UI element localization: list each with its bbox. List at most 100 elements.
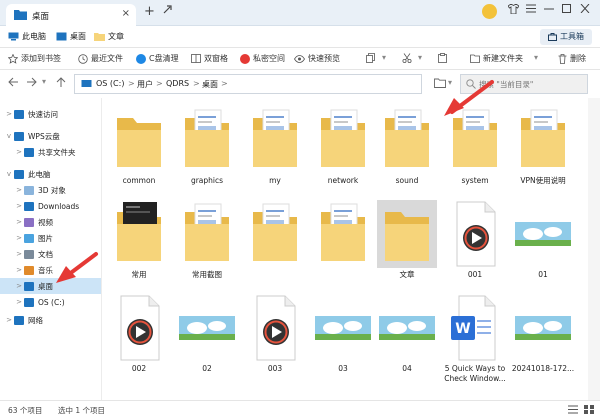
delete-button[interactable]: 删除 [558, 53, 586, 64]
new-tab-button[interactable]: + [144, 4, 155, 19]
sidebar-item[interactable]: v 此电脑 [0, 166, 101, 182]
forward-arrow-icon[interactable] [26, 77, 37, 87]
chevron-down-icon[interactable]: v [4, 170, 14, 178]
quick-this-pc[interactable]: 此电脑 [8, 31, 46, 42]
up-arrow-icon[interactable] [56, 77, 66, 88]
maximize-icon[interactable] [562, 4, 572, 13]
avatar[interactable] [482, 4, 497, 19]
history-dropdown-icon[interactable]: ▾ [42, 77, 46, 86]
back-arrow-icon[interactable] [8, 77, 19, 87]
file-item[interactable]: network [309, 106, 377, 202]
file-item[interactable] [309, 200, 377, 296]
chevron-right-icon[interactable]: > [14, 202, 24, 210]
quick-desktop[interactable]: 桌面 [56, 31, 86, 42]
sidebar-item[interactable]: v WPS云盘 [0, 128, 101, 144]
quick-documents[interactable]: 文章 [94, 31, 124, 42]
shirt-icon[interactable] [508, 4, 519, 14]
breadcrumb-os-c[interactable]: OS (C:) [96, 79, 124, 88]
search-box[interactable] [460, 74, 588, 94]
sidebar-item[interactable]: > 快速访问 [0, 106, 101, 122]
address-bar[interactable]: OS (C:) > 用户 > QDRS > 桌面 > [74, 74, 422, 94]
search-input[interactable] [479, 78, 585, 91]
file-item[interactable]: 文章 [373, 200, 441, 296]
file-item[interactable]: 003 [241, 294, 309, 390]
sidebar-item[interactable]: > Downloads [0, 198, 101, 214]
sidebar-item[interactable]: > OS (C:) [0, 294, 101, 310]
copy-dropdown-icon[interactable]: ▾ [382, 53, 386, 62]
private-space-button[interactable]: 私密空间 [240, 53, 285, 64]
sidebar-item[interactable]: > 网络 [0, 312, 101, 328]
file-item[interactable]: 002 [105, 294, 173, 390]
minimize-icon[interactable] [544, 4, 554, 13]
chevron-down-icon[interactable]: v [4, 132, 14, 140]
copy-icon[interactable] [366, 53, 375, 63]
c-drive-clean-label: C盘清理 [149, 54, 179, 63]
sidebar-item[interactable]: > 文档 [0, 246, 101, 262]
file-item[interactable]: 常用截图 [173, 200, 241, 296]
folder-icon [245, 106, 305, 174]
sidebar-item-label: OS (C:) [38, 297, 65, 307]
breadcrumb-users[interactable]: 用户 [137, 79, 153, 90]
sidebar-item[interactable]: > 共享文件夹 [0, 144, 101, 160]
vertical-scrollbar[interactable] [588, 98, 600, 400]
chevron-right-icon[interactable]: > [4, 316, 14, 324]
sidebar-item[interactable]: > 图片 [0, 230, 101, 246]
file-item[interactable]: VPN使用说明 [509, 106, 577, 202]
sidebar-item[interactable]: >3D 对象 [0, 182, 101, 198]
new-dropdown-icon[interactable]: ▾ [534, 53, 538, 62]
star-icon [14, 109, 24, 119]
chevron-right-icon[interactable]: > [14, 186, 24, 194]
close-tab-icon[interactable]: × [122, 8, 130, 19]
chevron-right-icon[interactable]: > [14, 218, 24, 226]
file-item[interactable]: 常用 [105, 200, 173, 296]
breadcrumb-desktop[interactable]: 桌面 [202, 79, 218, 90]
paste-icon[interactable] [438, 53, 447, 63]
file-item[interactable]: graphics [173, 106, 241, 202]
folder-options-icon[interactable] [434, 78, 446, 88]
tab-desktop[interactable]: 桌面 × [6, 4, 136, 26]
file-item[interactable]: 02 [173, 294, 241, 390]
recent-files-button[interactable]: 最近文件 [78, 53, 123, 64]
icon-view-icon[interactable] [584, 405, 594, 414]
file-item[interactable] [241, 200, 309, 296]
sidebar-item[interactable]: > 视频 [0, 214, 101, 230]
chevron-right-icon[interactable]: > [14, 148, 24, 156]
file-item[interactable]: system [441, 106, 509, 202]
file-item[interactable]: 03 [309, 294, 377, 390]
file-item[interactable]: W 5 Quick Ways to Check Window... [441, 294, 509, 390]
dual-pane-button[interactable]: 双窗格 [191, 53, 228, 64]
folder-icon [109, 106, 169, 174]
c-drive-clean-button[interactable]: C盘清理 [136, 53, 179, 64]
new-folder-button[interactable]: 新建文件夹 [470, 53, 523, 64]
cut-dropdown-icon[interactable]: ▾ [418, 53, 422, 62]
file-item[interactable]: common [105, 106, 173, 202]
file-item[interactable]: 04 [373, 294, 441, 390]
chevron-right-icon[interactable]: > [14, 234, 24, 242]
chevron-right-icon[interactable]: > [14, 282, 24, 290]
details-view-icon[interactable] [568, 405, 578, 414]
sidebar-item[interactable]: > 桌面 [0, 278, 101, 294]
bookmark-button[interactable]: 添加到书签 [8, 53, 61, 64]
file-item[interactable]: 001 [441, 200, 509, 296]
chevron-right-icon[interactable]: > [14, 250, 24, 258]
file-item[interactable]: 01 [509, 200, 577, 296]
breadcrumb-qdrs[interactable]: QDRS [166, 79, 189, 88]
close-window-icon[interactable] [580, 4, 590, 13]
toolbox-button[interactable]: 工具箱 [540, 29, 592, 45]
sidebar-item[interactable]: > 音乐 [0, 262, 101, 278]
chevron-right-icon[interactable]: > [4, 110, 14, 118]
chevron-right-icon[interactable]: > [14, 298, 24, 306]
recent-files-label: 最近文件 [91, 54, 123, 63]
file-item[interactable]: my [241, 106, 309, 202]
file-item[interactable]: 20241018-172... [509, 294, 577, 390]
menu-icon[interactable] [526, 4, 536, 13]
video-file-icon [245, 294, 305, 362]
chevron-right-icon[interactable]: > [14, 266, 24, 274]
quick-preview-button[interactable]: 快速预览 [294, 53, 340, 64]
pin-icon[interactable] [162, 5, 172, 15]
cut-icon[interactable] [402, 53, 412, 63]
desktop-icon [24, 281, 34, 291]
folder-options-dropdown-icon[interactable]: ▾ [448, 78, 452, 87]
title-bar: 桌面 × + [0, 0, 600, 26]
file-item[interactable]: sound [373, 106, 441, 202]
